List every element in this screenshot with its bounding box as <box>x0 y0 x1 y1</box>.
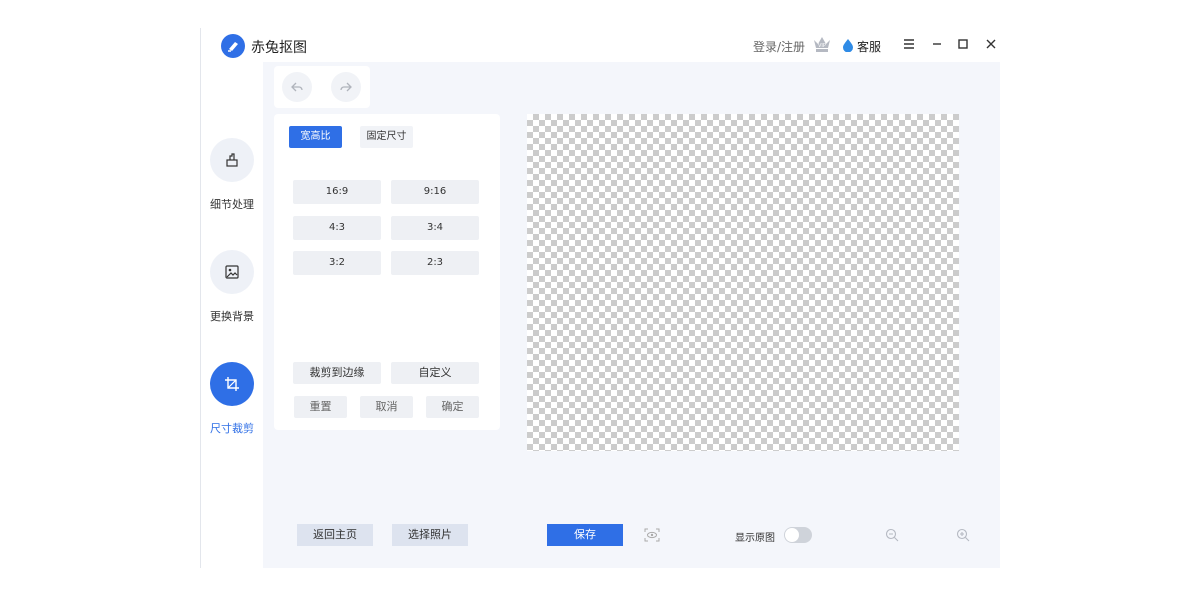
save-button[interactable]: 保存 <box>547 524 623 546</box>
cancel-button[interactable]: 取消 <box>360 396 413 418</box>
image-icon <box>225 265 239 279</box>
close-icon[interactable] <box>983 36 999 52</box>
sidebar-item-crop[interactable]: 尺寸裁剪 <box>201 362 263 452</box>
ratio-2-3-button[interactable]: 2:3 <box>391 251 479 275</box>
ratio-3-2-button[interactable]: 3:2 <box>293 251 381 275</box>
sidebar-item-detail-circle <box>210 138 254 182</box>
confirm-button[interactable]: 确定 <box>426 396 479 418</box>
ratio-9-16-button[interactable]: 9:16 <box>391 180 479 204</box>
svg-text:VIP: VIP <box>818 43 826 49</box>
maximize-icon[interactable] <box>955 36 971 52</box>
brush-icon <box>226 153 238 167</box>
app-title: 赤兔抠图 <box>251 40 307 56</box>
menu-icon[interactable] <box>901 36 917 52</box>
login-register-link[interactable]: 登录/注册 <box>753 38 805 55</box>
sidebar-item-label: 细节处理 <box>210 198 254 211</box>
history-toolbar <box>274 66 370 108</box>
sidebar-item-crop-circle <box>210 362 254 406</box>
toggle-knob <box>785 528 799 542</box>
app-logo-icon <box>221 34 245 58</box>
back-home-button[interactable]: 返回主页 <box>297 524 373 546</box>
tab-aspect-ratio[interactable]: 宽高比 <box>289 126 342 148</box>
vip-crown-icon[interactable]: VIP <box>812 34 832 54</box>
redo-button[interactable] <box>331 72 361 102</box>
ratio-16-9-button[interactable]: 16:9 <box>293 180 381 204</box>
customer-service-icon[interactable] <box>842 38 854 52</box>
tab-fixed-size[interactable]: 固定尺寸 <box>360 126 413 148</box>
choose-photo-button[interactable]: 选择照片 <box>392 524 468 546</box>
show-original-label: 显示原图 <box>735 533 775 544</box>
crop-icon <box>225 377 239 391</box>
crop-to-edge-button[interactable]: 裁剪到边缘 <box>293 362 381 384</box>
show-original-toggle[interactable] <box>784 527 812 543</box>
zoom-out-icon[interactable] <box>885 528 899 542</box>
transparent-canvas[interactable] <box>527 114 959 451</box>
app-window: 赤兔抠图 登录/注册 VIP 客服 细节处理 更换背景 尺寸裁剪 宽高比 固定尺… <box>200 28 1001 568</box>
ratio-3-4-button[interactable]: 3:4 <box>391 216 479 240</box>
undo-button[interactable] <box>282 72 312 102</box>
zoom-in-icon[interactable] <box>956 528 970 542</box>
title-bar: 赤兔抠图 登录/注册 VIP 客服 <box>201 28 1001 62</box>
sidebar: 细节处理 更换背景 尺寸裁剪 <box>201 62 263 568</box>
sidebar-item-detail[interactable]: 细节处理 <box>201 138 263 228</box>
sidebar-item-background[interactable]: 更换背景 <box>201 250 263 340</box>
customer-service-link[interactable]: 客服 <box>857 38 881 55</box>
sidebar-item-background-circle <box>210 250 254 294</box>
ratio-4-3-button[interactable]: 4:3 <box>293 216 381 240</box>
undo-icon <box>291 82 303 92</box>
redo-icon <box>340 82 352 92</box>
reset-button[interactable]: 重置 <box>294 396 347 418</box>
minimize-icon[interactable] <box>929 36 945 52</box>
sidebar-item-label: 尺寸裁剪 <box>210 422 254 435</box>
sidebar-item-label: 更换背景 <box>210 310 254 323</box>
custom-button[interactable]: 自定义 <box>391 362 479 384</box>
crop-panel: 宽高比 固定尺寸 16:9 9:16 4:3 3:4 3:2 2:3 裁剪到边缘… <box>274 114 500 430</box>
preview-eye-icon[interactable] <box>644 528 660 542</box>
